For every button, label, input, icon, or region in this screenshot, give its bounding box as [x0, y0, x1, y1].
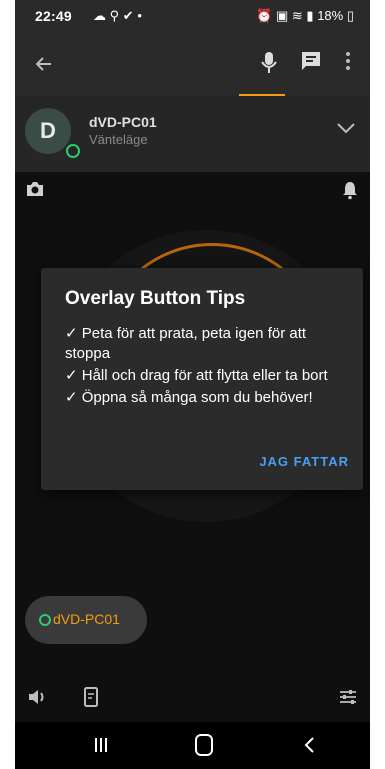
battery-percent: 18% — [317, 8, 344, 23]
tip-item: ✓ Peta för att prata, peta igen för att … — [65, 325, 307, 362]
alarm-icon: ⏰ — [256, 8, 273, 23]
phone-device-icon[interactable] — [83, 686, 99, 708]
app-bar — [15, 36, 370, 96]
tune-icon[interactable] — [338, 688, 358, 706]
device-header[interactable]: D dVD-PC01 Vänteläge — [15, 96, 370, 172]
status-left-icons: ☁ ⚲ ✔ • — [93, 8, 142, 24]
battery-icon: ▯ — [346, 8, 354, 23]
online-status-dot — [66, 144, 80, 158]
bell-icon[interactable] — [342, 180, 358, 200]
status-bar: 22:49 ☁ ⚲ ✔ • ⏰ ▣ ≋ ▮ 18% ▯ — [15, 0, 370, 36]
nav-home-icon[interactable] — [195, 734, 213, 756]
got-it-button[interactable]: JAG FATTAR — [259, 454, 349, 469]
location-icon: ⚲ — [109, 8, 120, 23]
tip-item: ✓ Håll och drag för att flytta eller ta … — [65, 367, 328, 384]
signal-icon: ▮ — [306, 8, 314, 23]
status-time: 22:49 — [35, 8, 72, 24]
volume-icon[interactable] — [27, 688, 47, 706]
more-vert-icon[interactable] — [345, 50, 351, 72]
avatar: D — [25, 108, 71, 154]
wifi-icon: ≋ — [291, 8, 303, 23]
status-right-icons: ⏰ ▣ ≋ ▮ 18% ▯ — [256, 8, 354, 24]
dot-icon: • — [137, 8, 142, 23]
check-circle-icon: ✔ — [122, 8, 134, 23]
chat-icon[interactable] — [300, 50, 322, 72]
nav-recents-icon[interactable] — [93, 736, 109, 754]
device-status: Vänteläge — [89, 132, 148, 147]
tips-list: ✓ Peta för att prata, peta igen för att … — [65, 324, 347, 410]
back-arrow-icon[interactable] — [33, 54, 53, 74]
device-name: dVD-PC01 — [89, 114, 157, 130]
cloud-icon: ☁ — [93, 8, 106, 23]
overlay-tips-dialog: Overlay Button Tips ✓ Peta för att prata… — [41, 268, 363, 490]
mic-icon[interactable] — [259, 50, 279, 76]
active-device-pill[interactable]: dVD-PC01 — [25, 596, 147, 644]
app-screen: 22:49 ☁ ⚲ ✔ • ⏰ ▣ ≋ ▮ 18% ▯ D dVD-PC01 V… — [15, 0, 370, 769]
nav-back-icon[interactable] — [303, 736, 315, 754]
tip-item: ✓ Öppna så många som du behöver! — [65, 389, 313, 406]
camera-icon[interactable] — [25, 180, 45, 198]
system-nav-bar — [15, 722, 370, 769]
battery-saver-icon: ▣ — [275, 8, 289, 23]
chevron-down-icon[interactable] — [336, 122, 356, 134]
online-status-dot — [39, 614, 51, 626]
pill-label: dVD-PC01 — [53, 611, 120, 627]
dialog-title: Overlay Button Tips — [65, 288, 246, 309]
